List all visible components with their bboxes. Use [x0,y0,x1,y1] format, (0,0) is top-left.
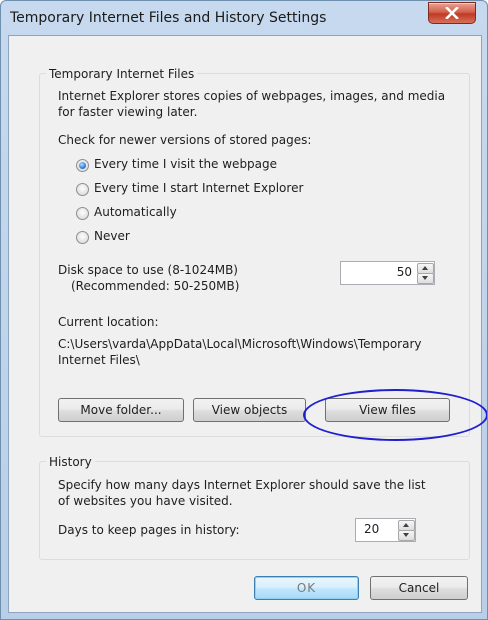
radio-button-checked[interactable] [76,159,89,172]
radio-button[interactable] [76,207,89,220]
history-groupbox [39,461,470,560]
current-location-label: Current location: [58,315,159,329]
close-icon [445,7,459,19]
history-description-line2: of websites you have visited. [58,494,233,508]
radio-label: Never [94,229,130,243]
radio-button[interactable] [76,183,89,196]
disk-space-value[interactable]: 50 [397,265,412,279]
spin-down-arrow-icon[interactable] [398,530,415,541]
tif-description-line2: for faster viewing later. [58,105,198,119]
history-group-label: History [46,455,95,469]
view-objects-button[interactable]: View objects [193,398,306,422]
ok-button[interactable]: OK [254,576,359,600]
move-folder-button[interactable]: Move folder... [58,398,184,422]
location-path-line2: Internet Files\ [58,353,140,367]
disk-space-spinner[interactable]: 50 [340,261,435,285]
check-label: Check for newer versions of stored pages… [58,133,312,147]
tif-description-line1: Internet Explorer stores copies of webpa… [58,89,446,103]
tif-group-label: Temporary Internet Files [46,67,198,81]
close-button[interactable] [428,2,476,24]
location-path-line1: C:\Users\varda\AppData\Local\Microsoft\W… [58,337,422,351]
radio-label: Every time I start Internet Explorer [94,181,304,195]
disk-space-spin-buttons [417,262,434,284]
disk-recommended-label: (Recommended: 50-250MB) [71,279,240,293]
view-files-button[interactable]: View files [325,398,450,422]
history-days-spinner[interactable]: 20 [355,518,416,542]
tif-groupbox [39,73,470,437]
dialog-body: Temporary Internet Files Internet Explor… [8,35,482,613]
ok-label: OK [296,581,317,595]
radio-label: Automatically [94,205,177,219]
history-days-spin-buttons [398,519,415,541]
history-days-value[interactable]: 20 [364,522,379,536]
window-title: Temporary Internet Files and History Set… [10,10,327,26]
days-label: Days to keep pages in history: [58,523,240,537]
dialog-window: Temporary Internet Files and History Set… [0,0,488,620]
cancel-button[interactable]: Cancel [370,576,468,600]
history-description-line1: Specify how many days Internet Explorer … [58,478,426,492]
radio-label: Every time I visit the webpage [94,157,278,171]
disk-space-label: Disk space to use (8-1024MB) [58,263,238,277]
spin-down-arrow-icon[interactable] [417,273,434,284]
radio-button[interactable] [76,231,89,244]
title-bar[interactable]: Temporary Internet Files and History Set… [1,1,487,35]
